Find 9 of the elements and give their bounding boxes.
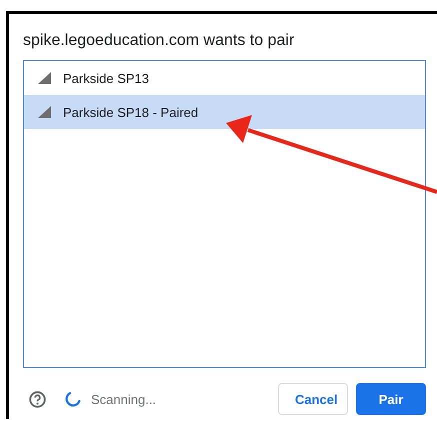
help-icon[interactable] [29,390,46,408]
status-text: Scanning... [91,392,158,406]
signal-icon [38,72,51,84]
pair-button[interactable]: Pair [356,383,426,415]
device-list-item[interactable]: Parkside SP18 - Paired [24,95,425,129]
cancel-button[interactable]: Cancel [278,383,348,415]
signal-icon [38,106,51,118]
spinner-icon [65,391,81,407]
dialog-title: spike.legoeducation.com wants to pair [23,32,296,50]
